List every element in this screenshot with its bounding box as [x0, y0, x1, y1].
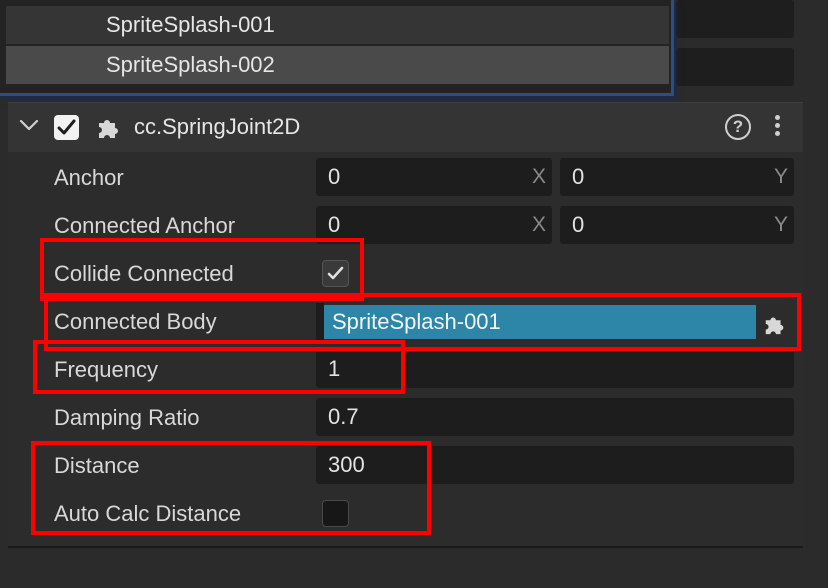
highlight-box-collide-connected: [40, 238, 364, 301]
anchor-y-input[interactable]: 0 Y: [560, 158, 794, 196]
anchor-x-value: 0: [328, 164, 341, 189]
checkmark-icon: [57, 119, 76, 135]
connected-anchor-y-value: 0: [572, 212, 585, 237]
dropdown-item-spritesplash-001[interactable]: SpriteSplash-001: [6, 6, 669, 44]
help-icon[interactable]: ?: [725, 114, 751, 140]
background-field-1: [676, 0, 794, 38]
background-field-2: [676, 48, 794, 86]
connected-anchor-x-axis-label: X: [531, 213, 546, 236]
highlight-box-frequency: [33, 340, 405, 394]
anchor-x-axis-label: X: [531, 165, 546, 188]
connected-anchor-label: Connected Anchor: [54, 213, 236, 238]
anchor-y-value: 0: [572, 164, 585, 189]
damping-ratio-value: 0.7: [328, 404, 359, 429]
connected-anchor-y-axis-label: Y: [773, 213, 788, 236]
component-enabled-checkbox[interactable]: [54, 115, 79, 140]
damping-ratio-input[interactable]: 0.7: [316, 398, 794, 436]
puzzle-icon: [99, 120, 118, 138]
anchor-label: Anchor: [54, 165, 124, 190]
more-vertical-icon[interactable]: [768, 112, 786, 142]
component-title: cc.SpringJoint2D: [134, 114, 301, 139]
component-header[interactable]: [8, 102, 803, 152]
anchor-y-axis-label: Y: [773, 165, 788, 188]
highlight-box-distance: [31, 441, 431, 535]
connected-anchor-y-input[interactable]: 0 Y: [560, 206, 794, 244]
dropdown-item-spritesplash-002[interactable]: SpriteSplash-002: [6, 46, 669, 84]
chevron-down-icon[interactable]: [18, 114, 40, 136]
panel-bottom-divider: [8, 546, 803, 548]
damping-ratio-label: Damping Ratio: [54, 405, 200, 430]
anchor-x-input[interactable]: 0 X: [316, 158, 552, 196]
